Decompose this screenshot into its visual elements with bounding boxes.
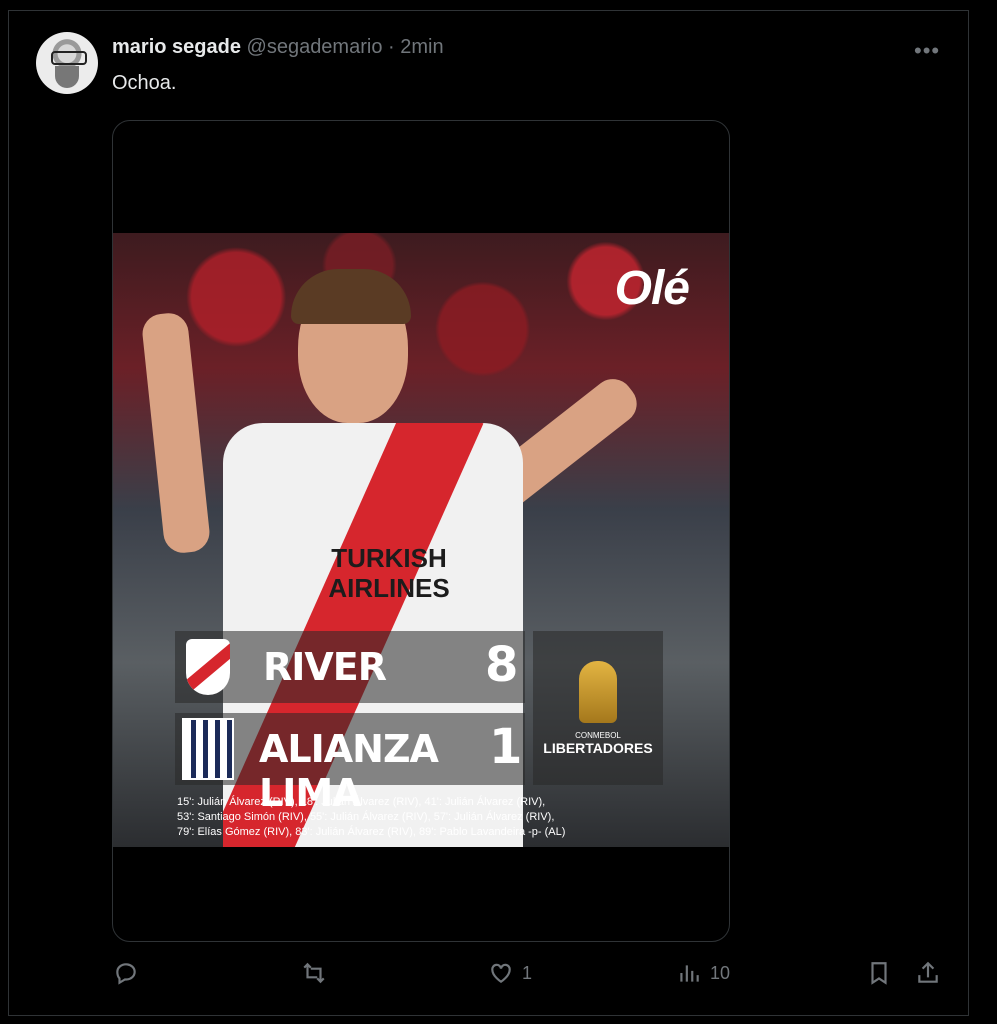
- author-handle[interactable]: @segademario: [247, 36, 383, 58]
- reply-icon: [116, 963, 136, 985]
- team2-goals: 1: [489, 719, 523, 775]
- competition-name: LIBERTADORES: [543, 739, 653, 756]
- scorers-list: 15': Julián Álvarez (RIV), 18': Julián Á…: [177, 795, 657, 840]
- avatar[interactable]: [36, 32, 98, 94]
- alianza-crest-icon: [175, 713, 241, 785]
- like-button[interactable]: 1: [488, 960, 532, 986]
- more-icon[interactable]: •••: [914, 38, 940, 64]
- view-count: 10: [710, 962, 731, 983]
- time-separator: ·: [388, 36, 395, 58]
- sponsor-line1: TURKISH: [331, 543, 447, 573]
- tweet-actions: 1 10: [0, 960, 997, 996]
- libertadores-trophy-icon: [579, 660, 617, 723]
- ole-logo: Olé: [614, 262, 690, 315]
- player-hair: [291, 269, 411, 324]
- scorers-line: 53': Santiago Simón (RIV), 55': Julián Á…: [177, 811, 555, 823]
- avatar-glasses: [51, 51, 87, 65]
- score-row-team1: RIVER 8: [175, 631, 525, 703]
- river-crest-icon: [175, 631, 241, 703]
- share-icon: [918, 961, 938, 983]
- match-photo: Olé TURKISH AIRLINES RIVER 8 ALIANZA LIM…: [113, 233, 729, 847]
- share-button[interactable]: [915, 960, 941, 986]
- bookmark-button[interactable]: [866, 960, 892, 986]
- tweet-media[interactable]: Olé TURKISH AIRLINES RIVER 8 ALIANZA LIM…: [112, 120, 730, 942]
- tweet-time[interactable]: 2min: [400, 36, 443, 58]
- scorers-line: 79': Elías Gómez (RIV), 83': Julián Álva…: [177, 826, 566, 838]
- shirt-sponsor: TURKISH AIRLINES: [319, 543, 459, 603]
- author-name[interactable]: mario segade: [112, 36, 241, 58]
- views-icon: [680, 965, 699, 982]
- avatar-beard: [55, 66, 79, 88]
- retweet-icon: [303, 962, 325, 984]
- reply-button[interactable]: [113, 960, 139, 986]
- score-row-team2: ALIANZA LIMA 1: [175, 713, 525, 815]
- tweet-header: mario segade @segademario · 2min: [112, 36, 444, 59]
- tweet-text: Ochoa.: [112, 72, 177, 94]
- scoreboard: RIVER 8 ALIANZA LIMA 1 CONMEBOL LIBERTAD…: [175, 631, 665, 815]
- scorers-line: 15': Julián Álvarez (RIV), 18': Julián Á…: [177, 796, 546, 808]
- sponsor-line2: AIRLINES: [328, 573, 450, 603]
- like-count: 1: [522, 962, 533, 983]
- views-button[interactable]: 10: [676, 960, 730, 986]
- like-icon: [491, 963, 511, 983]
- bookmark-icon: [871, 962, 887, 985]
- competition-top: CONMEBOL: [575, 730, 621, 740]
- retweet-button[interactable]: [301, 960, 327, 986]
- competition-badge: CONMEBOL LIBERTADORES: [533, 631, 663, 785]
- team1-goals: 8: [485, 637, 519, 693]
- team1-name: RIVER: [263, 645, 387, 689]
